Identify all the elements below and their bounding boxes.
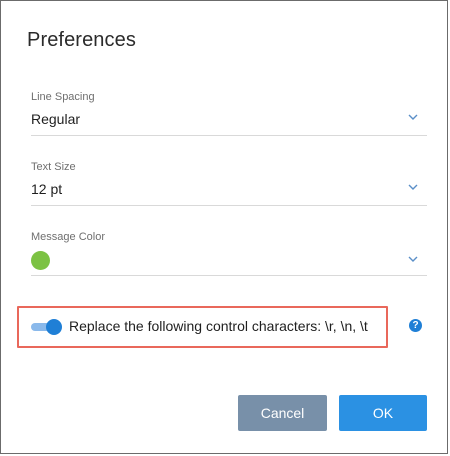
text-size-select[interactable]: Text Size 12 pt: [31, 161, 427, 206]
text-size-label: Text Size: [31, 161, 76, 173]
text-size-value: 12 pt: [31, 181, 63, 197]
toggle-knob: [46, 319, 62, 335]
dialog-title: Preferences: [27, 29, 136, 51]
message-color-swatch: [31, 251, 50, 270]
message-color-label: Message Color: [31, 231, 105, 243]
line-spacing-label: Line Spacing: [31, 91, 95, 103]
ok-button[interactable]: OK: [339, 395, 427, 431]
line-spacing-value: Regular: [31, 111, 81, 127]
chevron-down-icon: [408, 256, 418, 262]
preferences-dialog: Preferences Line Spacing Regular Text Si…: [0, 0, 448, 454]
message-color-select[interactable]: Message Color: [31, 231, 427, 276]
help-icon[interactable]: ?: [409, 319, 422, 332]
control-characters-label: Replace the following control characters…: [69, 318, 368, 334]
chevron-down-icon: [408, 184, 418, 190]
control-characters-row: Replace the following control characters…: [17, 306, 388, 348]
line-spacing-select[interactable]: Line Spacing Regular: [31, 91, 427, 136]
control-characters-toggle[interactable]: [31, 319, 62, 335]
chevron-down-icon: [408, 114, 418, 120]
cancel-button[interactable]: Cancel: [238, 395, 327, 431]
